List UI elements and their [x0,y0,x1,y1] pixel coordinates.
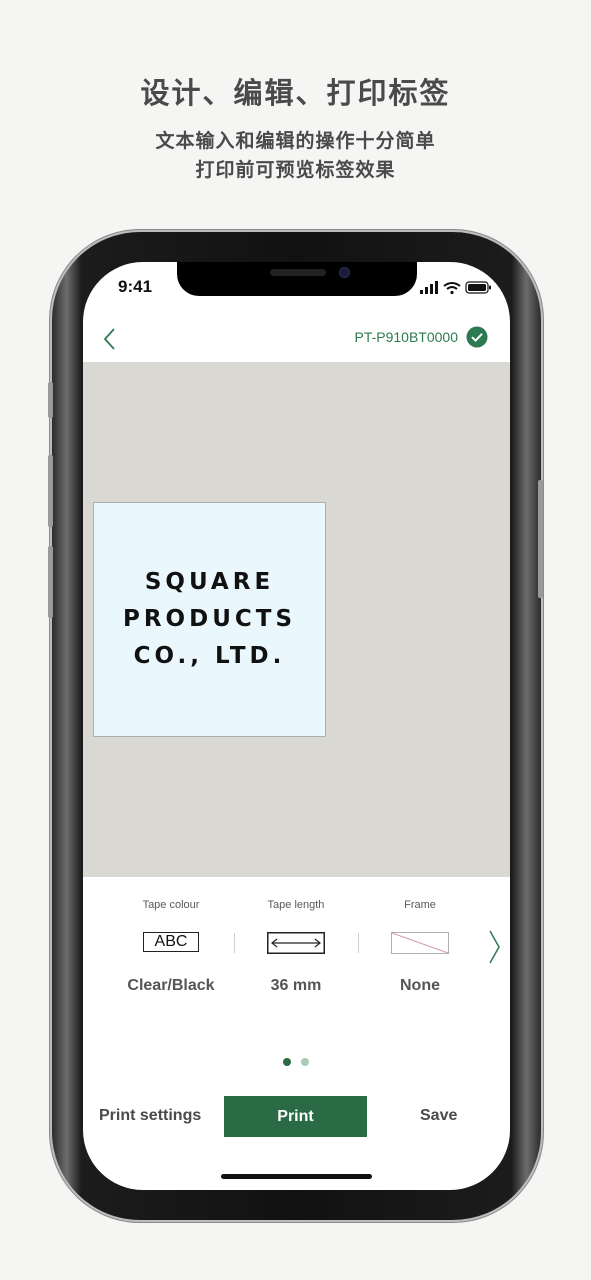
bottom-action-bar: Print settings Print Save [83,1095,510,1139]
connected-check-icon [466,326,488,348]
tape-colour-value: Clear/Black [127,977,215,994]
signal-icon [420,281,438,294]
battery-icon [465,281,491,294]
label-text-line: PRODUCTS [122,606,297,632]
tape-length-value: 36 mm [270,977,322,994]
save-button[interactable]: Save [420,1107,457,1125]
divider [358,933,359,953]
speaker [270,269,326,276]
property-panel: Tape colour ABC Clear/Black Tape length … [83,877,510,1077]
label-preview[interactable]: SQUARE PRODUCTS CO., LTD. [93,502,326,737]
phone-power-button [538,480,543,598]
phone-screen: 9:41 PT-P910BT0000 SQUARE PRODUCTS CO., … [83,262,510,1190]
status-time: 9:41 [118,277,153,296]
page-indicator-dot-active[interactable] [283,1058,291,1066]
page-indicator-dot[interactable] [301,1058,309,1066]
frame-title: Frame [404,899,436,911]
printer-name[interactable]: PT-P910BT0000 [354,329,458,345]
promo-subtitle-line2: 打印前可预览标签效果 [195,159,396,181]
wifi-icon [443,282,461,295]
label-canvas[interactable]: SQUARE PRODUCTS CO., LTD. [83,362,510,877]
phone-volume-down-button [48,546,53,618]
abc-tape-text: ABC [143,932,199,952]
no-frame-icon [391,932,449,954]
print-settings-button[interactable]: Print settings [99,1107,201,1125]
promo-title: 设计、编辑、打印标签 [140,76,451,110]
promo-subtitle-line1: 文本输入和编辑的操作十分简单 [155,130,436,152]
next-chevron-icon[interactable] [487,929,501,965]
front-camera [339,267,350,278]
tape-length-title: Tape length [267,899,325,911]
notch [177,262,417,296]
tape-colour-title: Tape colour [142,899,200,911]
label-text-line: CO., LTD. [133,643,286,669]
abc-tape-icon: ABC [143,932,199,952]
phone-volume-up-button [48,455,53,527]
length-arrow-icon [267,932,325,954]
top-bar: PT-P910BT0000 [83,316,510,362]
frame-value: None [400,977,440,994]
divider [234,933,235,953]
home-indicator[interactable] [221,1174,372,1179]
phone-mute-switch [48,382,53,418]
status-icons [420,281,491,295]
print-button[interactable]: Print [224,1096,367,1137]
label-text-line: SQUARE [144,569,275,595]
back-chevron-icon[interactable] [99,324,123,354]
